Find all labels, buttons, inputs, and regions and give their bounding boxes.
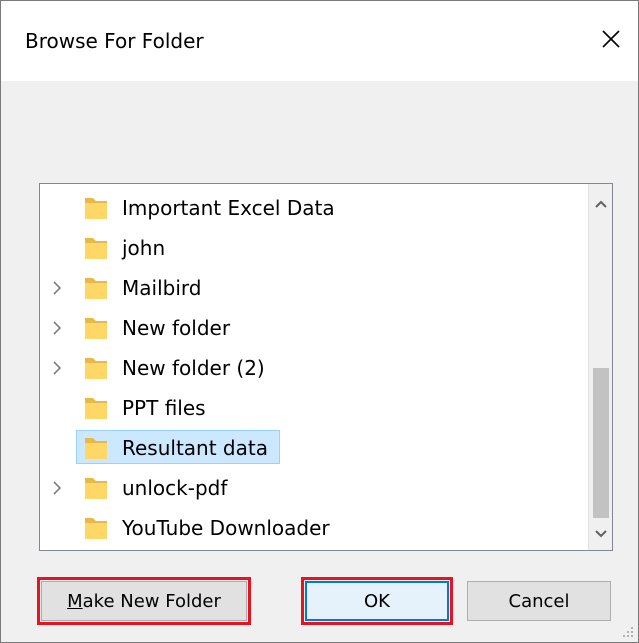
tree-item[interactable]: New folder — [40, 308, 580, 348]
expand-chevron-icon[interactable] — [48, 279, 66, 297]
folder-icon — [85, 358, 107, 379]
tree-item-label: Resultant data — [122, 436, 268, 460]
chevron-up-icon — [595, 200, 607, 208]
make-new-folder-button[interactable]: Make New Folder — [41, 581, 247, 621]
folder-icon — [85, 238, 107, 259]
tree-item-label: john — [122, 236, 166, 260]
resize-grip-icon[interactable] — [620, 624, 634, 638]
tree-item[interactable]: New folder (2) — [40, 348, 580, 388]
browse-for-folder-dialog: Browse For Folder Important Excel Data jo… — [0, 0, 639, 643]
folder-icon — [85, 198, 107, 219]
folder-tree[interactable]: Important Excel Data john Mailbird New fold… — [39, 183, 613, 551]
cancel-button[interactable]: Cancel — [467, 581, 611, 621]
tree-item[interactable]: Mailbird — [40, 268, 580, 308]
ok-label: OK — [364, 590, 390, 612]
title-bar: Browse For Folder — [1, 1, 638, 81]
tree-item-label: PPT files — [122, 396, 206, 420]
scroll-up-button[interactable] — [589, 190, 612, 218]
dialog-title: Browse For Folder — [25, 29, 204, 53]
tree-item[interactable]: YouTube Downloader — [40, 508, 580, 548]
expand-chevron-icon[interactable] — [48, 479, 66, 497]
folder-icon — [85, 278, 107, 299]
close-button[interactable] — [591, 19, 631, 59]
expand-chevron-icon[interactable] — [48, 359, 66, 377]
tree-item-label: Mailbird — [122, 276, 202, 300]
tree-item-label: Important Excel Data — [122, 196, 335, 220]
folder-icon — [85, 438, 107, 459]
tree-item[interactable]: Important Excel Data — [40, 188, 580, 228]
make-new-folder-label: Make New Folder — [67, 590, 221, 612]
tree-item[interactable]: Resultant data — [40, 428, 580, 468]
ok-button[interactable]: OK — [305, 581, 449, 621]
vertical-scrollbar[interactable] — [588, 184, 612, 550]
tree-item-label: YouTube Downloader — [122, 516, 330, 540]
folder-icon — [85, 398, 107, 419]
tree-item[interactable]: PPT files — [40, 388, 580, 428]
folder-icon — [85, 478, 107, 499]
tree-item-label: New folder — [122, 316, 231, 340]
expand-chevron-icon[interactable] — [48, 319, 66, 337]
folder-icon — [85, 518, 107, 539]
tree-item[interactable]: john — [40, 228, 580, 268]
tree-item-label: unlock-pdf — [122, 476, 228, 500]
scroll-thumb[interactable] — [593, 368, 609, 518]
scroll-down-button[interactable] — [589, 520, 612, 548]
cancel-label: Cancel — [508, 590, 570, 612]
close-icon — [602, 30, 620, 48]
tree-item[interactable]: unlock-pdf — [40, 468, 580, 508]
chevron-down-icon — [595, 530, 607, 538]
folder-icon — [85, 318, 107, 339]
tree-item-label: New folder (2) — [122, 356, 265, 380]
